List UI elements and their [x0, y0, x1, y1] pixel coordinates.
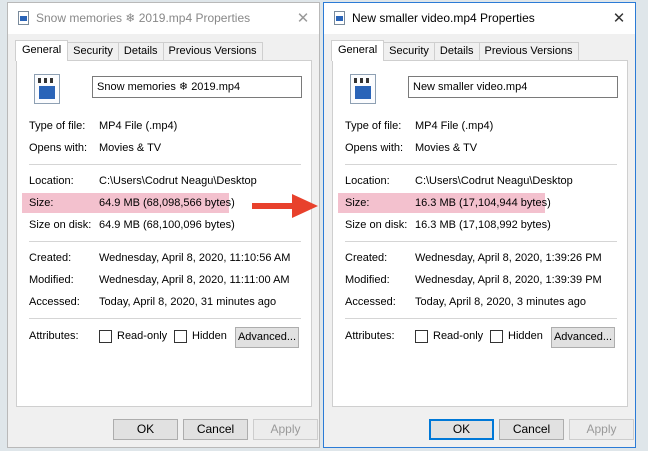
- divider: [345, 241, 617, 242]
- advanced-button[interactable]: Advanced...: [551, 327, 615, 348]
- created-label: Created:: [29, 252, 72, 264]
- divider: [345, 164, 617, 165]
- divider: [29, 318, 301, 319]
- size-on-disk-label: Size on disk:: [29, 219, 92, 231]
- divider: [29, 164, 301, 165]
- properties-window-left: Snow memories ❄ 2019.mp4 Properties ✕ Ge…: [7, 2, 320, 448]
- close-button[interactable]: ✕: [287, 3, 319, 34]
- size-label: Size:: [29, 197, 54, 209]
- video-file-icon: [334, 11, 345, 25]
- close-button[interactable]: ✕: [603, 3, 635, 34]
- modified-value: Wednesday, April 8, 2020, 11:11:00 AM: [99, 274, 290, 286]
- tab-bar: General Security Details Previous Versio…: [331, 40, 579, 61]
- cancel-button[interactable]: Cancel: [499, 419, 564, 440]
- opens-with-label: Opens with:: [29, 142, 88, 154]
- read-only-label: Read-only: [117, 330, 168, 342]
- type-label: Type of file:: [29, 120, 86, 132]
- tab-bar: General Security Details Previous Versio…: [15, 40, 263, 61]
- size-on-disk-value: 64.9 MB (68,100,096 bytes): [99, 219, 235, 231]
- general-panel: Snow memories ❄ 2019.mp4 Type of file: M…: [16, 60, 312, 407]
- file-name-input[interactable]: New smaller video.mp4: [408, 76, 618, 98]
- created-label: Created:: [345, 252, 388, 264]
- video-file-icon: [18, 11, 29, 25]
- attributes-label: Attributes:: [29, 330, 79, 342]
- advanced-button[interactable]: Advanced...: [235, 327, 299, 348]
- opens-with-value: Movies & TV: [99, 142, 162, 154]
- read-only-checkbox[interactable]: Read-only: [99, 329, 167, 343]
- accessed-value: Today, April 8, 2020, 31 minutes ago: [99, 296, 277, 308]
- checkbox-box[interactable]: [490, 329, 503, 343]
- hidden-checkbox[interactable]: Hidden: [490, 329, 543, 343]
- ok-button[interactable]: OK: [429, 419, 494, 440]
- ok-button[interactable]: OK: [113, 419, 178, 440]
- window-title: New smaller video.mp4 Properties: [352, 11, 535, 25]
- tab-previous-versions[interactable]: Previous Versions: [478, 42, 579, 61]
- attributes-label: Attributes:: [345, 330, 395, 342]
- title-bar[interactable]: Snow memories ❄ 2019.mp4 Properties ✕: [8, 3, 319, 34]
- location-value: C:\Users\Codrut Neagu\Desktop: [415, 175, 573, 187]
- video-file-icon: [350, 74, 376, 104]
- tab-general[interactable]: General: [331, 40, 385, 61]
- cancel-button[interactable]: Cancel: [183, 419, 248, 440]
- location-value: C:\Users\Codrut Neagu\Desktop: [99, 175, 257, 187]
- hidden-label: Hidden: [192, 330, 227, 342]
- hidden-checkbox[interactable]: Hidden: [174, 329, 227, 343]
- apply-button[interactable]: Apply: [253, 419, 318, 440]
- created-value: Wednesday, April 8, 2020, 11:10:56 AM: [99, 252, 291, 264]
- tab-security[interactable]: Security: [383, 42, 435, 61]
- modified-label: Modified:: [345, 274, 390, 286]
- size-on-disk-value: 16.3 MB (17,108,992 bytes): [415, 219, 551, 231]
- read-only-checkbox[interactable]: Read-only: [415, 329, 483, 343]
- modified-value: Wednesday, April 8, 2020, 1:39:39 PM: [415, 274, 602, 286]
- tab-previous-versions[interactable]: Previous Versions: [162, 42, 263, 61]
- type-value: MP4 File (.mp4): [415, 120, 494, 132]
- checkbox-box[interactable]: [174, 329, 187, 343]
- arrow-right-icon: [252, 194, 318, 218]
- read-only-label: Read-only: [433, 330, 484, 342]
- accessed-value: Today, April 8, 2020, 3 minutes ago: [415, 296, 587, 308]
- video-file-icon: [34, 74, 60, 104]
- checkbox-box[interactable]: [415, 329, 428, 343]
- accessed-label: Accessed:: [29, 296, 80, 308]
- type-value: MP4 File (.mp4): [99, 120, 178, 132]
- hidden-label: Hidden: [508, 330, 543, 342]
- divider: [29, 241, 301, 242]
- size-label: Size:: [345, 197, 370, 209]
- tab-details[interactable]: Details: [117, 42, 164, 61]
- tab-general[interactable]: General: [15, 40, 69, 61]
- title-bar[interactable]: New smaller video.mp4 Properties ✕: [324, 3, 635, 34]
- opens-with-label: Opens with:: [345, 142, 404, 154]
- window-title: Snow memories ❄ 2019.mp4 Properties: [36, 11, 251, 25]
- location-label: Location:: [29, 175, 74, 187]
- created-value: Wednesday, April 8, 2020, 1:39:26 PM: [415, 252, 602, 264]
- size-on-disk-label: Size on disk:: [345, 219, 408, 231]
- size-value: 16.3 MB (17,104,944 bytes): [415, 197, 551, 209]
- opens-with-value: Movies & TV: [415, 142, 478, 154]
- type-label: Type of file:: [345, 120, 402, 132]
- tab-security[interactable]: Security: [67, 42, 119, 61]
- accessed-label: Accessed:: [345, 296, 396, 308]
- size-value: 64.9 MB (68,098,566 bytes): [99, 197, 235, 209]
- general-panel: New smaller video.mp4 Type of file: MP4 …: [332, 60, 628, 407]
- apply-button[interactable]: Apply: [569, 419, 634, 440]
- file-name-input[interactable]: Snow memories ❄ 2019.mp4: [92, 76, 302, 98]
- tab-details[interactable]: Details: [433, 42, 480, 61]
- checkbox-box[interactable]: [99, 329, 112, 343]
- divider: [345, 318, 617, 319]
- modified-label: Modified:: [29, 274, 74, 286]
- properties-window-right: New smaller video.mp4 Properties ✕ Gener…: [323, 2, 636, 448]
- location-label: Location:: [345, 175, 390, 187]
